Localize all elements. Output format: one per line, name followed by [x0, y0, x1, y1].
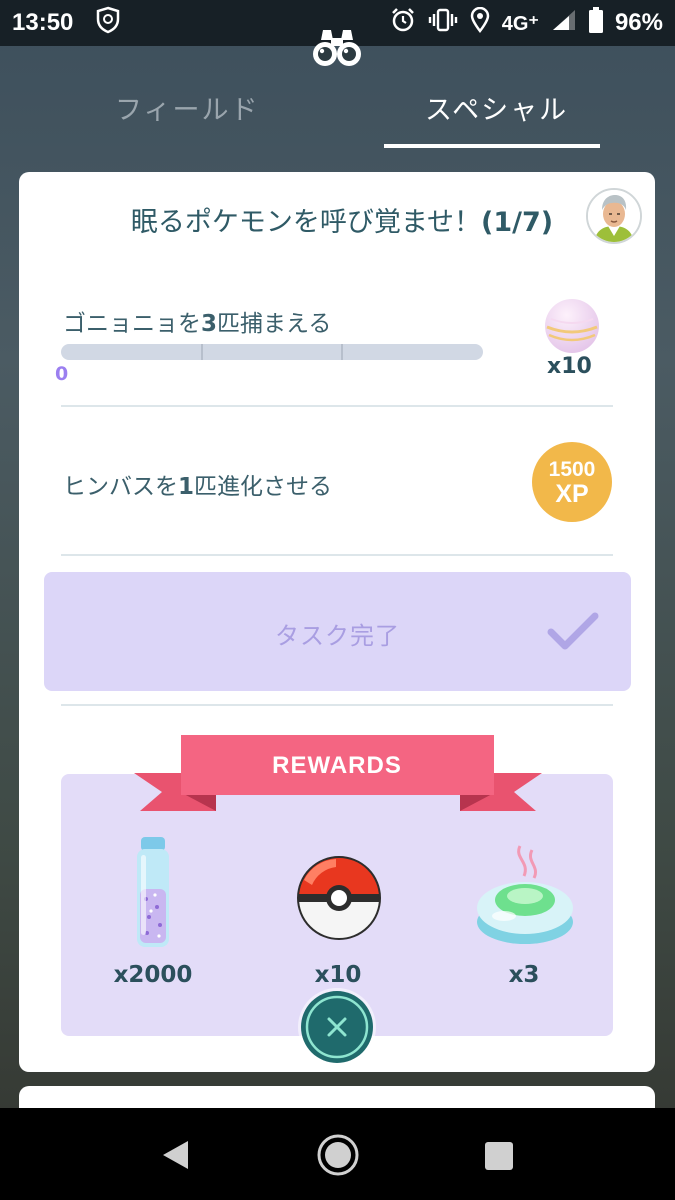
- location-icon: [470, 6, 490, 40]
- professor-avatar[interactable]: [586, 188, 642, 244]
- alarm-icon: [390, 7, 416, 40]
- quest-title: 眠るポケモンを呼び覚ませ！(1/7): [19, 200, 655, 239]
- vibrate-icon: [428, 8, 458, 39]
- task-catch-reward-qty: x10: [547, 354, 592, 379]
- task-evolve-pre: ヒンバスを: [63, 474, 178, 500]
- stardust-qty: x2000: [113, 962, 193, 988]
- status-icons: 4G⁺ 96%: [390, 6, 663, 40]
- poke-ball-icon: [296, 855, 382, 945]
- progress-divider: [341, 344, 343, 360]
- stardust-icon: [131, 837, 175, 957]
- task-complete-button[interactable]: タスク完了: [44, 572, 631, 691]
- status-time: 13:50: [12, 9, 74, 36]
- task-evolve-num: 1: [178, 474, 195, 500]
- binoculars-icon[interactable]: [311, 26, 363, 72]
- vpn-shield-icon: [95, 6, 121, 41]
- battery-icon: [588, 6, 603, 40]
- divider: [61, 554, 613, 556]
- task-catch-num: 3: [201, 311, 218, 337]
- xp-unit: XP: [555, 480, 589, 508]
- battery-percent: 96%: [614, 9, 663, 36]
- incense-icon: [474, 842, 576, 954]
- checkmark-icon: [547, 610, 599, 656]
- quest-title-text: 眠るポケモンを呼び覚ませ！: [130, 207, 482, 238]
- progress-divider: [201, 344, 203, 360]
- close-button[interactable]: [297, 987, 377, 1071]
- task-evolve-post: 匹進化させる: [194, 474, 333, 500]
- research-tabs: フィールド スペシャル: [0, 78, 675, 148]
- task-catch-label: ゴニョニョを3匹捕まえる: [63, 304, 331, 338]
- poffin-reward-icon: [543, 297, 601, 359]
- home-icon[interactable]: [316, 1133, 360, 1181]
- poke-ball-qty: x10: [314, 962, 362, 988]
- task-catch-post: 匹捕まえる: [217, 311, 332, 337]
- tab-field[interactable]: フィールド: [115, 88, 259, 127]
- task-progress-count: 0: [55, 363, 69, 385]
- incense-qty: x3: [508, 962, 540, 988]
- network-type: 4G⁺: [501, 12, 539, 35]
- signal-icon: [551, 8, 577, 39]
- task-progress-bar: [61, 344, 483, 360]
- special-research-card: 眠るポケモンを呼び覚ませ！(1/7) ゴニョニョを3匹捕まえる 0 x10 ヒン…: [19, 172, 655, 1072]
- task-complete-label: タスク完了: [275, 622, 400, 650]
- xp-amount: 1500: [548, 458, 596, 481]
- system-navigation-bar: [0, 1108, 675, 1200]
- rewards-title: REWARDS: [272, 752, 402, 779]
- active-tab-indicator: [384, 144, 600, 148]
- divider: [61, 405, 613, 407]
- task-evolve-label: ヒンバスを1匹進化させる: [63, 467, 332, 501]
- quest-step: (1/7): [481, 207, 554, 238]
- tab-special[interactable]: スペシャル: [425, 88, 568, 127]
- back-icon[interactable]: [160, 1139, 190, 1175]
- recents-icon[interactable]: [484, 1141, 514, 1175]
- task-catch-pre: ゴニョニョを: [63, 311, 201, 337]
- divider: [61, 704, 613, 706]
- xp-reward-badge: 1500 XP: [532, 442, 612, 522]
